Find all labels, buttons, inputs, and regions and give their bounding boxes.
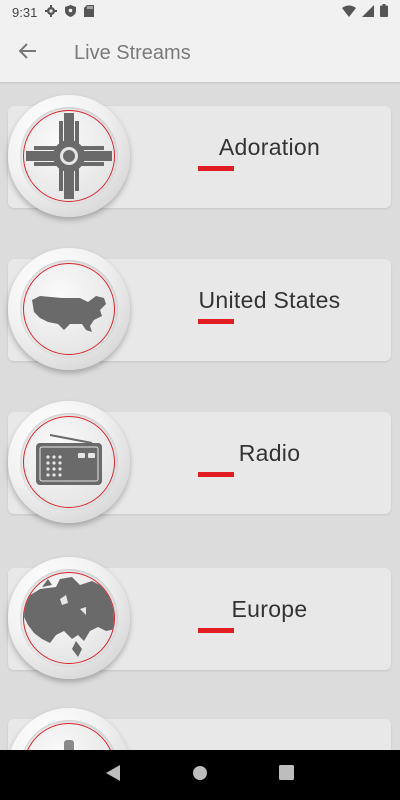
accent-underline	[197, 319, 234, 324]
arrow-back-icon	[18, 42, 37, 64]
stream-label: Adoration	[218, 134, 321, 160]
monstrance-icon	[26, 113, 112, 199]
gear-icon	[45, 4, 58, 20]
shield-icon	[65, 4, 77, 20]
nav-back-button[interactable]	[93, 755, 133, 795]
stream-medallion-adoration[interactable]	[8, 95, 130, 217]
microphone-icon	[64, 740, 74, 750]
stream-label: United States	[198, 287, 341, 313]
home-circle-icon	[192, 765, 208, 786]
stream-medallion-radio[interactable]	[8, 401, 130, 523]
wifi-icon	[342, 5, 356, 20]
back-triangle-icon	[106, 764, 121, 786]
recents-square-icon	[279, 765, 295, 785]
app-bar: Live Streams	[0, 24, 400, 82]
accent-underline	[197, 472, 234, 477]
sd-card-icon	[84, 4, 95, 20]
battery-icon	[380, 4, 388, 20]
stream-label: Radio	[238, 440, 301, 466]
europe-map-icon	[24, 577, 114, 657]
page-title: Live Streams	[74, 41, 191, 64]
accent-underline	[197, 166, 234, 171]
signal-icon	[362, 4, 374, 20]
radio-icon	[36, 434, 102, 485]
stream-medallion-united-states[interactable]	[8, 248, 130, 370]
stream-medallion-europe[interactable]	[8, 557, 130, 679]
status-right	[342, 4, 388, 20]
accent-underline	[197, 628, 234, 633]
stream-label: Europe	[231, 596, 308, 622]
status-bar: 9:31	[0, 0, 400, 24]
nav-recents-button[interactable]	[267, 755, 307, 795]
stream-list: Adoration United States Radio Europe	[0, 82, 400, 750]
usa-map-icon	[32, 296, 106, 332]
system-nav-bar	[0, 750, 400, 800]
status-left: 9:31	[12, 4, 95, 20]
status-time: 9:31	[12, 4, 38, 20]
nav-home-button[interactable]	[180, 755, 220, 795]
back-button[interactable]	[0, 24, 56, 82]
stream-medallion-microphone[interactable]	[8, 708, 130, 750]
